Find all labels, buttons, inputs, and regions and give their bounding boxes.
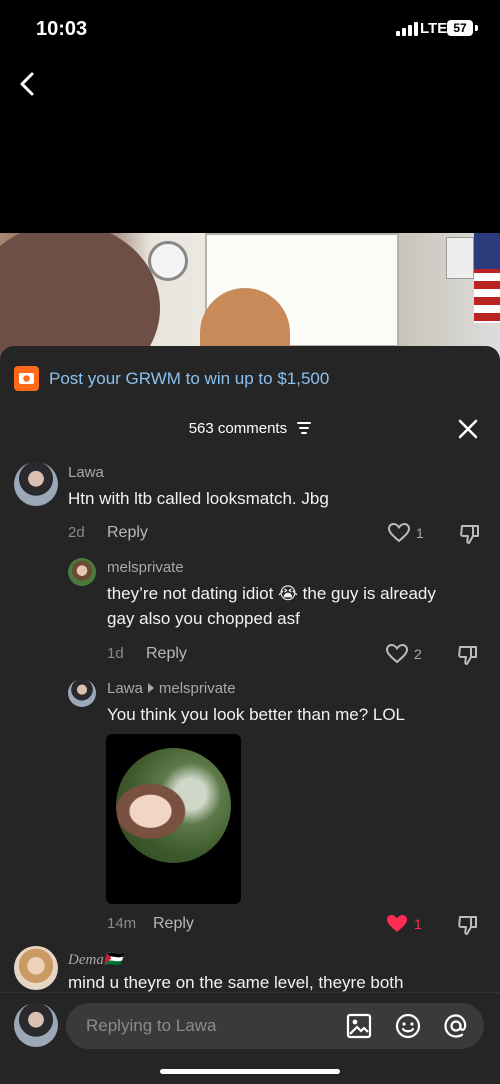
avatar[interactable] <box>68 558 96 586</box>
reply-button[interactable]: Reply <box>153 915 194 933</box>
reply-button[interactable]: Reply <box>146 645 187 663</box>
camera-icon <box>14 366 39 391</box>
at-icon[interactable] <box>443 1013 469 1039</box>
comment-composer: Replying to Lawa <box>0 992 500 1084</box>
like-button[interactable]: 2 <box>386 644 422 664</box>
comment-input-placeholder: Replying to Lawa <box>86 1016 217 1035</box>
like-count: 1 <box>414 916 422 932</box>
network-label: LTE <box>420 20 448 37</box>
like-count: 1 <box>416 525 424 541</box>
my-avatar[interactable] <box>14 1003 58 1047</box>
status-bar: 10:03 LTE 57 <box>0 0 500 60</box>
chevron-left-icon <box>20 72 34 96</box>
close-icon <box>458 419 478 439</box>
promo-text: Post your GRWM to win up to $1,500 <box>49 368 330 388</box>
comment-photo[interactable] <box>106 734 241 904</box>
reply-button[interactable]: Reply <box>107 524 148 542</box>
comment-username[interactable]: Lawa <box>107 680 143 697</box>
battery-icon: 57 <box>447 20 473 36</box>
person-face <box>0 233 160 363</box>
home-indicator <box>160 1069 340 1074</box>
comment-age: 1d <box>107 645 124 662</box>
comment-text: Htn with ltb called looksmatch. Jbg <box>68 489 329 508</box>
flag <box>474 233 500 323</box>
dislike-button[interactable] <box>457 644 479 671</box>
like-button[interactable]: 1 <box>388 523 424 543</box>
comment-username[interactable]: melsprivate <box>107 559 184 576</box>
thumbs-down-icon <box>458 916 477 935</box>
photo-image <box>116 748 231 863</box>
dislike-button[interactable] <box>457 914 479 941</box>
comments-header: 563 comments <box>0 420 500 438</box>
close-button[interactable] <box>458 419 478 439</box>
status-time: 10:03 <box>36 18 88 40</box>
reply-arrow-icon <box>147 683 154 693</box>
comment-count: 563 comments <box>188 420 288 437</box>
promo-banner[interactable]: Post your GRWM to win up to $1,500 <box>14 366 329 391</box>
thumbs-down-icon <box>460 525 479 544</box>
avatar[interactable] <box>68 679 96 707</box>
comment-username-row: Lawa melsprivate <box>107 680 236 697</box>
poster <box>446 237 474 279</box>
reply-to-username[interactable]: melsprivate <box>159 680 236 697</box>
comment-age: 14m <box>107 915 137 932</box>
avatar[interactable] <box>14 946 58 990</box>
heart-icon <box>387 915 407 932</box>
video-preview[interactable] <box>0 233 500 363</box>
heart-icon <box>388 523 410 543</box>
like-count: 2 <box>414 646 422 662</box>
back-button[interactable] <box>14 70 42 98</box>
thumbs-down-icon <box>458 646 477 665</box>
wall-clock <box>148 241 188 281</box>
battery-tip <box>475 25 478 31</box>
comment-text: You think you look better than me? LOL <box>107 705 406 724</box>
comment-username[interactable]: Lawa <box>68 464 104 481</box>
signal-icon <box>396 22 418 36</box>
comment-text-line2: gay also you chopped asf <box>107 609 300 628</box>
like-button[interactable]: 1 <box>386 914 422 934</box>
comment-username[interactable]: Dema🇵🇸 <box>68 950 123 969</box>
image-icon[interactable] <box>346 1013 372 1039</box>
comment-age: 2d <box>68 524 85 541</box>
avatar[interactable] <box>14 462 58 506</box>
sort-filter-icon[interactable] <box>297 421 312 438</box>
heart-icon <box>386 644 408 664</box>
comment-input[interactable]: Replying to Lawa <box>66 1003 484 1049</box>
emoji-icon[interactable] <box>395 1013 421 1039</box>
dislike-button[interactable] <box>459 523 481 550</box>
comments-sheet: Post your GRWM to win up to $1,500 563 c… <box>0 346 500 1083</box>
comment-text-line1: they’re not dating idiot 😭 the guy is al… <box>107 584 436 603</box>
